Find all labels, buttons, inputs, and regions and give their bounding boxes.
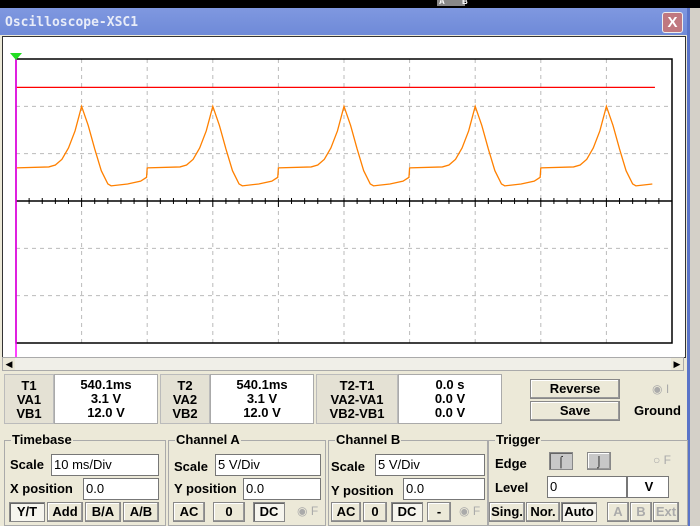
auto-button[interactable]: Auto (561, 502, 597, 522)
rising-edge-icon[interactable]: ⌠ (549, 452, 573, 470)
normal-button[interactable]: Nor. (526, 502, 560, 522)
window-title: Oscilloscope-XSC1 (5, 15, 139, 30)
t2-t1-label: T2-T1 (339, 378, 375, 393)
channel-a-y-position-input[interactable]: 0.0 (243, 478, 321, 500)
ground-label: Ground (634, 403, 681, 418)
marker-b: B (462, 0, 468, 6)
channel-a-title: Channel A (175, 432, 241, 447)
x-position-label: X position (10, 481, 73, 496)
channel-a-scale-label: Scale (174, 459, 208, 474)
channel-b-scale-input[interactable]: 5 V/Div (375, 454, 485, 476)
waveform-plot (10, 53, 673, 357)
trigger-group: Trigger Edge ⌠ ⌡ ○ F Level 0 V Sing. Nor… (488, 432, 688, 526)
timebase-group: Timebase Scale 10 ms/Div X position 0.0 … (4, 432, 166, 526)
t1-label: T1 (21, 378, 37, 393)
t1-values: 540.1ms 3.1 V 12.0 V (54, 374, 158, 424)
ground-radio-label: I (665, 382, 670, 396)
t2-value: 540.1ms (236, 377, 288, 392)
channel-b-radio[interactable]: ◉ F (459, 504, 480, 518)
channel-b-y-position-label: Y position (331, 483, 394, 498)
vb2-vb1-label: VB2-VB1 (329, 406, 385, 421)
save-button[interactable]: Save (530, 401, 620, 421)
vb1-value: 12.0 V (87, 405, 125, 420)
channel-b-title: Channel B (335, 432, 402, 447)
channel-a-radio-label: F (310, 504, 319, 518)
add-button[interactable]: Add (47, 502, 83, 522)
trigger-source-ext[interactable]: Ext (653, 502, 679, 522)
va2-va1-value: 0.0 V (434, 391, 466, 406)
channel-b-invert-button[interactable]: - (427, 502, 451, 522)
channel-a-y-position-label: Y position (174, 481, 237, 496)
channel-a-group: Channel A Scale 5 V/Div Y position 0.0 A… (168, 432, 326, 526)
vb2-label: VB2 (172, 406, 198, 421)
marker-a: A (437, 0, 465, 6)
t1-value: 540.1ms (80, 377, 132, 392)
channel-b-y-position-input[interactable]: 0.0 (403, 478, 485, 500)
scroll-right-arrow[interactable]: ▶ (671, 358, 683, 370)
delta-values: 0.0 s 0.0 V 0.0 V (398, 374, 502, 424)
channel-a-radio[interactable]: ◉ F (297, 504, 318, 518)
t2-values: 540.1ms 3.1 V 12.0 V (210, 374, 314, 424)
timebase-scale-label: Scale (10, 457, 44, 472)
va2-label: VA2 (172, 392, 198, 407)
vb2-value: 12.0 V (243, 405, 281, 420)
trigger-level-input[interactable]: 0 (547, 476, 627, 498)
va1-value: 3.1 V (90, 391, 122, 406)
falling-edge-icon[interactable]: ⌡ (587, 452, 611, 470)
channel-b-dc-button[interactable]: DC (391, 502, 423, 522)
channel-a-scale-input[interactable]: 5 V/Div (215, 454, 321, 476)
trigger-title: Trigger (495, 432, 542, 447)
channel-a-dc-button[interactable]: DC (253, 502, 285, 522)
yt-button[interactable]: Y/T (9, 502, 45, 522)
scroll-left-arrow[interactable]: ◀ (3, 358, 15, 370)
trigger-radio-label: F (663, 453, 671, 467)
trigger-unit-select[interactable]: V (627, 476, 669, 498)
scope-display[interactable] (2, 36, 686, 358)
t2-t1-value: 0.0 s (435, 377, 465, 392)
channel-a-trace (15, 104, 653, 187)
channel-b-scale-label: Scale (331, 459, 365, 474)
t1-labels: T1 VA1 VB1 (4, 374, 54, 424)
trigger-level-label: Level (495, 480, 529, 495)
ground-radio[interactable]: ◉ I (652, 382, 669, 396)
a-over-b-button[interactable]: A/B (123, 502, 159, 522)
delta-labels: T2-T1 VA2-VA1 VB2-VB1 (316, 374, 398, 424)
single-button[interactable]: Sing. (489, 502, 525, 522)
horizontal-scrollbar[interactable]: ◀ ▶ (2, 357, 684, 371)
trigger-edge-label: Edge (495, 456, 527, 471)
channel-b-group: Channel B Scale 5 V/Div Y position 0.0 A… (328, 432, 488, 526)
trigger-source-b[interactable]: B (630, 502, 652, 522)
trigger-radio[interactable]: ○ F (653, 453, 671, 467)
channel-a-ac-button[interactable]: AC (173, 502, 205, 522)
channel-b-zero-button[interactable]: 0 (363, 502, 387, 522)
channel-a-zero-button[interactable]: 0 (213, 502, 245, 522)
vb2-vb1-value: 0.0 V (434, 405, 466, 420)
title-bar[interactable]: Oscilloscope-XSC1 X (0, 8, 687, 35)
channel-b-radio-label: F (472, 504, 481, 518)
timebase-scale-input[interactable]: 10 ms/Div (51, 454, 159, 476)
va2-value: 3.1 V (246, 391, 278, 406)
t2-labels: T2 VA2 VB2 (160, 374, 210, 424)
vb1-label: VB1 (16, 406, 42, 421)
b-over-a-button[interactable]: B/A (85, 502, 121, 522)
schematic-strip: A B (0, 0, 700, 8)
trigger-source-a[interactable]: A (607, 502, 629, 522)
va2-va1-label: VA2-VA1 (330, 392, 384, 407)
t2-label: T2 (177, 378, 193, 393)
timebase-title: Timebase (11, 432, 73, 447)
x-position-input[interactable]: 0.0 (83, 478, 159, 500)
reverse-button[interactable]: Reverse (530, 379, 620, 399)
va1-label: VA1 (16, 392, 42, 407)
channel-b-ac-button[interactable]: AC (331, 502, 361, 522)
close-button[interactable]: X (662, 12, 683, 33)
